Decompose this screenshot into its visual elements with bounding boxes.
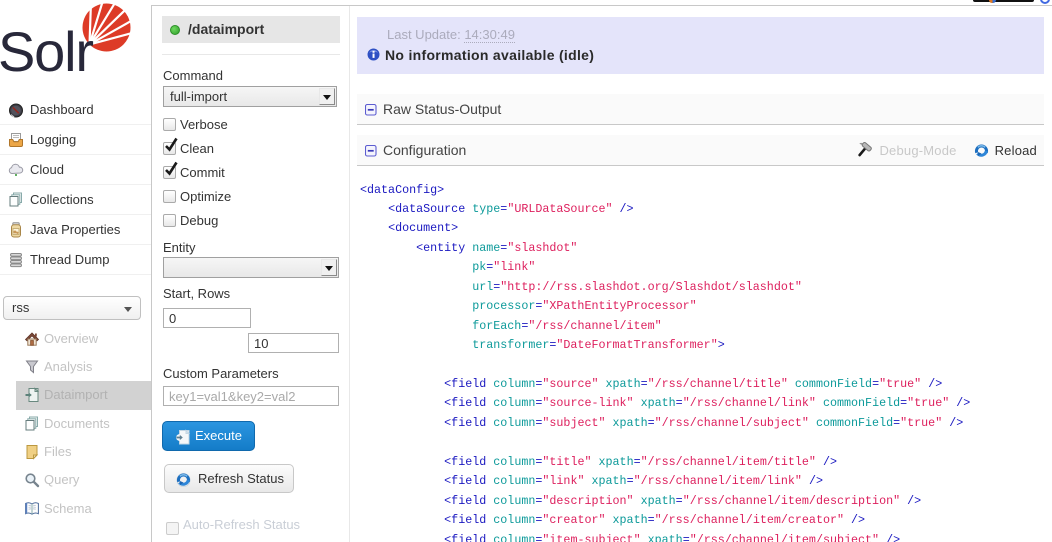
svg-text:Solr: Solr [0, 20, 93, 83]
